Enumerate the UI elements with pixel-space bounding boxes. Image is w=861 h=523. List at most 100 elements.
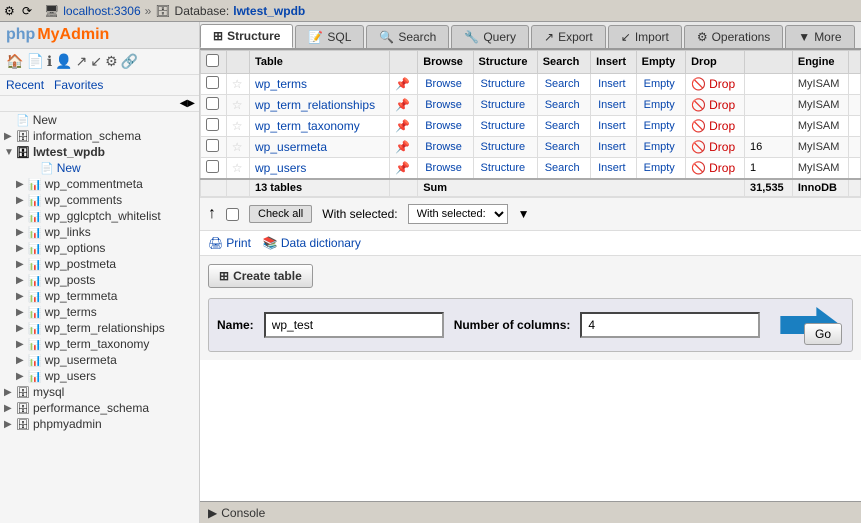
tree-wp-users[interactable]: ▶ 📊 wp_users bbox=[0, 368, 199, 384]
star-wp-term-tax[interactable]: ☆ bbox=[232, 119, 243, 133]
search-wp-term-tax[interactable]: Search bbox=[545, 120, 580, 132]
insert-wp-usermeta[interactable]: Insert bbox=[598, 141, 626, 153]
insert-wp-term-rel[interactable]: Insert bbox=[598, 99, 626, 111]
drop-wp-term-rel[interactable]: Drop bbox=[709, 98, 735, 112]
breadcrumb-db-name[interactable]: lwtest_wpdb bbox=[233, 4, 305, 18]
tab-sql[interactable]: 📝 SQL bbox=[295, 25, 364, 48]
star-wp-usermeta[interactable]: ☆ bbox=[232, 140, 243, 154]
star-wp-users[interactable]: ☆ bbox=[232, 161, 243, 175]
data-dict-link[interactable]: 📚 Data dictionary bbox=[263, 236, 361, 250]
browse-wp-usermeta[interactable]: Browse bbox=[425, 141, 462, 153]
settings-icon[interactable]: ⚙ bbox=[4, 4, 18, 18]
tab-export[interactable]: ↗ Export bbox=[531, 25, 606, 48]
drop-wp-term-tax[interactable]: Drop bbox=[709, 119, 735, 133]
tree-new-item[interactable]: 📄 New bbox=[0, 112, 199, 128]
tree-wp-commentmeta[interactable]: ▶ 📊 wp_commentmeta bbox=[0, 176, 199, 192]
insert-wp-terms[interactable]: Insert bbox=[598, 78, 626, 90]
empty-wp-term-tax[interactable]: Empty bbox=[644, 120, 675, 132]
drop-wp-usermeta[interactable]: Drop bbox=[709, 140, 735, 154]
sidebar-scroll-left[interactable]: ◀ bbox=[180, 98, 188, 109]
table-link-wp-terms[interactable]: wp_terms bbox=[255, 77, 307, 91]
browse-wp-users[interactable]: Browse bbox=[425, 162, 462, 174]
browse-wp-terms[interactable]: Browse bbox=[425, 78, 462, 90]
tab-import[interactable]: ↙ Import bbox=[608, 25, 682, 48]
print-link[interactable]: 🖨 Print bbox=[208, 236, 251, 250]
check-all-button[interactable]: Check all bbox=[249, 205, 312, 223]
col-engine[interactable]: Engine bbox=[792, 51, 848, 74]
tree-wp-posts[interactable]: ▶ 📊 wp_posts bbox=[0, 272, 199, 288]
tab-operations[interactable]: ⚙ Operations bbox=[684, 25, 783, 48]
tree-new-table[interactable]: 📄 New bbox=[0, 160, 199, 176]
console-bar[interactable]: ▶ Console bbox=[200, 501, 861, 523]
table-link-wp-usermeta[interactable]: wp_usermeta bbox=[255, 140, 327, 154]
col-drop[interactable]: Drop bbox=[686, 51, 745, 74]
col-rows[interactable] bbox=[745, 51, 793, 74]
tree-wp-termmeta[interactable]: ▶ 📊 wp_termmeta bbox=[0, 288, 199, 304]
structure-wp-users[interactable]: Structure bbox=[481, 162, 526, 174]
drop-wp-terms[interactable]: Drop bbox=[709, 77, 735, 91]
search-wp-terms[interactable]: Search bbox=[545, 78, 580, 90]
col-table[interactable]: Table bbox=[250, 51, 390, 74]
recent-link[interactable]: Recent bbox=[6, 78, 44, 92]
with-selected-dropdown[interactable]: With selected: Browse Structure Search I… bbox=[408, 204, 508, 224]
empty-wp-terms[interactable]: Empty bbox=[644, 78, 675, 90]
tab-structure[interactable]: ⊞ Structure bbox=[200, 24, 293, 48]
star-wp-term-rel[interactable]: ☆ bbox=[232, 98, 243, 112]
tree-wp-links[interactable]: ▶ 📊 wp_links bbox=[0, 224, 199, 240]
tree-lwtest-wpdb[interactable]: ▼ 🗄 lwtest_wpdb bbox=[0, 144, 199, 160]
select-all-checkbox[interactable] bbox=[206, 54, 219, 67]
row-checkbox-wp-users[interactable] bbox=[206, 160, 219, 173]
col-search[interactable]: Search bbox=[537, 51, 590, 74]
col-empty[interactable]: Empty bbox=[636, 51, 685, 74]
empty-wp-usermeta[interactable]: Empty bbox=[644, 141, 675, 153]
export-icon[interactable]: ↗ bbox=[76, 53, 88, 70]
row-checkbox-wp-term-tax[interactable] bbox=[206, 118, 219, 131]
import-icon[interactable]: ↙ bbox=[90, 53, 102, 70]
search-wp-term-rel[interactable]: Search bbox=[545, 99, 580, 111]
tree-wp-term-rel[interactable]: ▶ 📊 wp_term_relationships bbox=[0, 320, 199, 336]
user-icon[interactable]: 👤 bbox=[55, 53, 72, 70]
structure-wp-terms[interactable]: Structure bbox=[481, 78, 526, 90]
tab-more[interactable]: ▼ More bbox=[785, 25, 854, 48]
row-checkbox-wp-term-rel[interactable] bbox=[206, 97, 219, 110]
tab-search[interactable]: 🔍 Search bbox=[366, 25, 449, 48]
go-button[interactable]: Go bbox=[804, 323, 842, 345]
tree-performance-schema[interactable]: ▶ 🗄 performance_schema bbox=[0, 400, 199, 416]
col-insert[interactable]: Insert bbox=[591, 51, 637, 74]
status-icon[interactable]: ℹ bbox=[47, 53, 52, 70]
search-wp-usermeta[interactable]: Search bbox=[545, 141, 580, 153]
favorites-link[interactable]: Favorites bbox=[54, 78, 103, 92]
empty-wp-term-rel[interactable]: Empty bbox=[644, 99, 675, 111]
browse-wp-term-rel[interactable]: Browse bbox=[425, 99, 462, 111]
empty-wp-users[interactable]: Empty bbox=[644, 162, 675, 174]
browse-wp-term-tax[interactable]: Browse bbox=[425, 120, 462, 132]
tab-query[interactable]: 🔧 Query bbox=[451, 25, 529, 48]
drop-wp-users[interactable]: Drop bbox=[709, 161, 735, 175]
table-name-input[interactable] bbox=[264, 312, 444, 338]
col-structure[interactable]: Structure bbox=[473, 51, 537, 74]
tree-phpmyadmin[interactable]: ▶ 🗄 phpmyadmin bbox=[0, 416, 199, 432]
create-table-button[interactable]: ⊞ Create table bbox=[208, 264, 313, 288]
replication-icon[interactable]: 🔗 bbox=[121, 53, 138, 70]
tree-wp-terms[interactable]: ▶ 📊 wp_terms bbox=[0, 304, 199, 320]
table-link-wp-users[interactable]: wp_users bbox=[255, 161, 306, 175]
structure-wp-term-tax[interactable]: Structure bbox=[481, 120, 526, 132]
row-checkbox-wp-terms[interactable] bbox=[206, 76, 219, 89]
structure-wp-usermeta[interactable]: Structure bbox=[481, 141, 526, 153]
tree-wp-usermeta[interactable]: ▶ 📊 wp_usermeta bbox=[0, 352, 199, 368]
num-cols-input[interactable] bbox=[580, 312, 760, 338]
insert-wp-term-tax[interactable]: Insert bbox=[598, 120, 626, 132]
sidebar-scroll-right[interactable]: ▶ bbox=[187, 98, 195, 109]
insert-wp-users[interactable]: Insert bbox=[598, 162, 626, 174]
home-icon[interactable]: 🏠 bbox=[6, 53, 23, 70]
breadcrumb-server[interactable]: localhost:3306 bbox=[63, 4, 140, 18]
star-wp-terms[interactable]: ☆ bbox=[232, 77, 243, 91]
table-link-wp-term-tax[interactable]: wp_term_taxonomy bbox=[255, 119, 360, 133]
row-checkbox-wp-usermeta[interactable] bbox=[206, 139, 219, 152]
tree-wp-options[interactable]: ▶ 📊 wp_options bbox=[0, 240, 199, 256]
sql-icon[interactable]: 📄 bbox=[26, 53, 43, 70]
tree-mysql[interactable]: ▶ 🗄 mysql bbox=[0, 384, 199, 400]
refresh-icon[interactable]: ⟳ bbox=[22, 4, 36, 18]
table-link-wp-term-rel[interactable]: wp_term_relationships bbox=[255, 98, 375, 112]
check-all-checkbox[interactable] bbox=[226, 208, 239, 221]
